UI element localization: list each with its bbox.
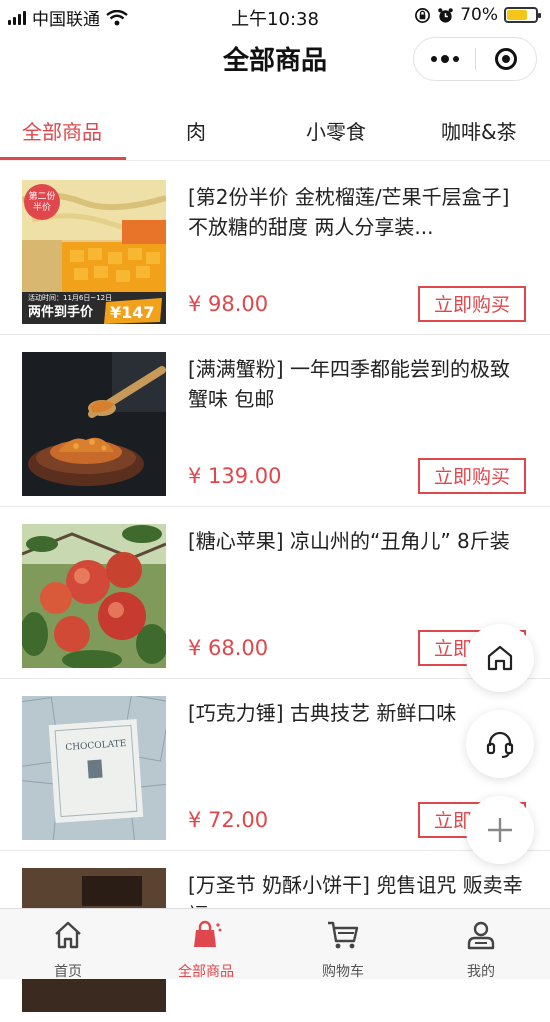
product-title[interactable]: [满满蟹粉] 一年四季都能尝到的极致蟹味 包邮 bbox=[188, 354, 528, 414]
floating-add-button[interactable] bbox=[466, 796, 534, 864]
tabbar-label-me: 我的 bbox=[467, 964, 495, 980]
tabbar-item-me[interactable]: 我的 bbox=[431, 909, 531, 980]
status-bar: 中国联通 上午10:38 70% bbox=[0, 0, 550, 32]
battery-percent: 70% bbox=[460, 5, 498, 25]
more-dots-icon[interactable] bbox=[414, 38, 475, 80]
home-outline-icon bbox=[487, 645, 513, 671]
tabbar-item-all-products[interactable]: 全部商品 bbox=[156, 909, 256, 980]
headset-icon bbox=[486, 731, 514, 758]
tab-snacks[interactable]: 小零食 bbox=[306, 116, 366, 145]
bottom-tab-bar: 首页 全部商品 购物车 我的 bbox=[0, 908, 550, 980]
product-title[interactable]: [糖心苹果] 凉山州的“丑角儿” 8斤装 bbox=[188, 526, 528, 556]
product-image-durian-mango[interactable]: 第二份 半价 活动时间：11月6日~12日 两件到手价 ¥147 bbox=[22, 180, 166, 324]
battery-icon bbox=[504, 7, 541, 23]
product-image-chocolate[interactable]: CHOCOLATE bbox=[22, 696, 166, 840]
mini-program-capsule bbox=[413, 37, 537, 81]
floating-home-button[interactable] bbox=[466, 624, 534, 692]
buy-now-button[interactable]: 立即购买 bbox=[418, 458, 526, 494]
product-image-crab[interactable] bbox=[22, 352, 166, 496]
product-price: ¥ 98.00 bbox=[188, 292, 269, 316]
active-tab-indicator bbox=[0, 157, 126, 160]
tab-all-products[interactable]: 全部商品 bbox=[22, 116, 102, 145]
svg-text:活动时间：11月6日~12日: 活动时间：11月6日~12日 bbox=[28, 293, 112, 302]
product-price: ¥ 68.00 bbox=[188, 636, 269, 660]
list-item[interactable]: 第二份 半价 活动时间：11月6日~12日 两件到手价 ¥147 [第2份半价 … bbox=[0, 162, 550, 335]
category-tabs: 全部商品 肉 小零食 咖啡&茶 bbox=[0, 104, 550, 161]
cart-icon bbox=[328, 921, 359, 949]
product-title[interactable]: [第2份半价 金枕榴莲/芒果千层盒子] 不放糖的甜度 两人分享装... bbox=[188, 182, 528, 242]
product-price: ¥ 72.00 bbox=[188, 808, 269, 832]
svg-text:两件到手价: 两件到手价 bbox=[28, 304, 94, 320]
tab-coffee-tea[interactable]: 咖啡&茶 bbox=[441, 116, 517, 145]
target-circle-icon[interactable] bbox=[476, 38, 536, 80]
tabbar-label-home: 首页 bbox=[54, 964, 82, 980]
tabbar-item-home[interactable]: 首页 bbox=[18, 909, 118, 980]
product-image-apples[interactable] bbox=[22, 524, 166, 668]
floating-service-button[interactable] bbox=[466, 710, 534, 778]
product-price: ¥ 139.00 bbox=[188, 464, 282, 488]
navigation-bar: 全部商品 bbox=[0, 32, 550, 88]
svg-text:半价: 半价 bbox=[33, 201, 51, 213]
plus-icon bbox=[488, 818, 512, 842]
tabbar-label-all-products: 全部商品 bbox=[178, 964, 234, 980]
tab-meat[interactable]: 肉 bbox=[186, 116, 206, 145]
home-icon bbox=[55, 921, 81, 949]
user-icon bbox=[467, 921, 495, 950]
tabbar-label-cart: 购物车 bbox=[322, 964, 364, 980]
svg-text:¥147: ¥147 bbox=[110, 303, 155, 322]
list-item[interactable]: [满满蟹粉] 一年四季都能尝到的极致蟹味 包邮 ¥ 139.00 立即购买 bbox=[0, 334, 550, 507]
alarm-icon bbox=[438, 7, 453, 23]
tabbar-item-cart[interactable]: 购物车 bbox=[293, 909, 393, 980]
rotation-lock-icon bbox=[415, 7, 431, 23]
svg-text:第二份: 第二份 bbox=[28, 190, 55, 202]
shopping-bag-icon bbox=[194, 920, 222, 947]
buy-now-button[interactable]: 立即购买 bbox=[418, 286, 526, 322]
